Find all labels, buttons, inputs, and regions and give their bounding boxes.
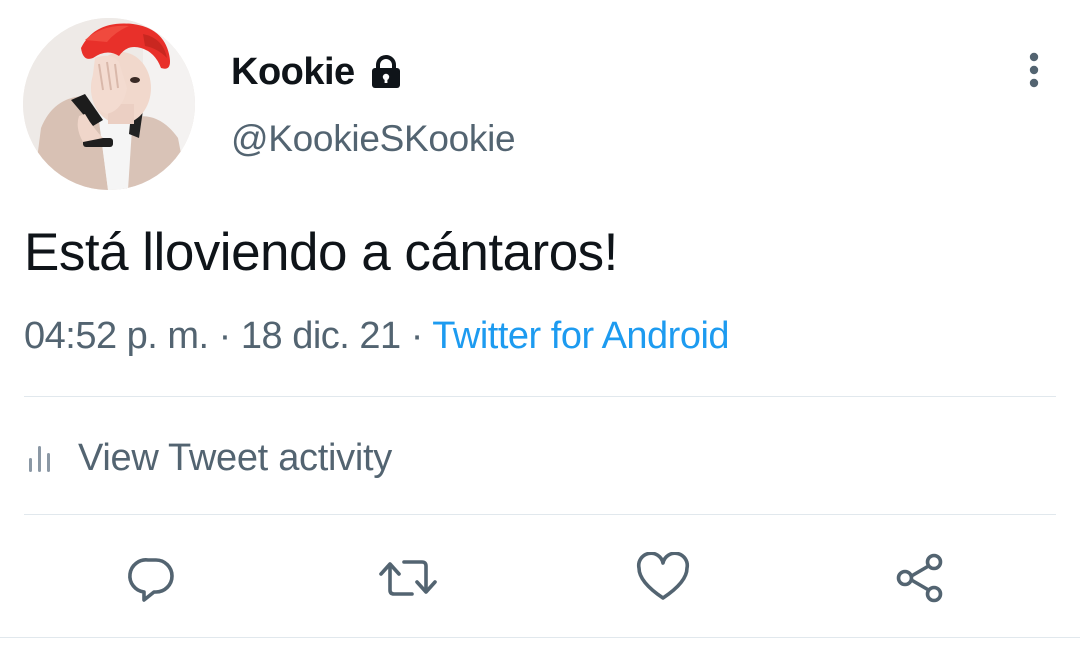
divider-bottom: [24, 514, 1056, 515]
lock-icon: [369, 54, 403, 90]
tweet-text: Está lloviendo a cántaros!: [24, 223, 618, 282]
tweet-source-link[interactable]: Twitter for Android: [432, 315, 729, 357]
display-name-row: Kookie: [231, 50, 403, 94]
tweet-meta: 04:52 p. m. · 18 dic. 21 · Twitter for A…: [24, 315, 730, 358]
divider-footer: [0, 637, 1080, 638]
view-tweet-activity-label: View Tweet activity: [78, 436, 392, 479]
share-icon: [896, 553, 943, 603]
reply-icon: [128, 558, 174, 602]
display-name[interactable]: Kookie: [231, 51, 355, 94]
avatar[interactable]: [23, 18, 195, 190]
avatar-image: [23, 18, 195, 190]
more-vertical-icon: [1029, 52, 1039, 88]
meta-separator-2: ·: [400, 315, 433, 357]
reply-button[interactable]: [122, 548, 182, 608]
tweet-time[interactable]: 04:52 p. m.: [24, 315, 209, 357]
like-button[interactable]: [633, 548, 693, 608]
retweet-icon: [379, 560, 437, 596]
tweet-detail: Kookie @KookieSKookie Está lloviendo a c…: [0, 0, 1080, 647]
bar-chart-icon: [29, 446, 50, 472]
view-tweet-activity[interactable]: View Tweet activity: [24, 432, 392, 484]
share-button[interactable]: [890, 548, 950, 608]
meta-separator: ·: [208, 315, 241, 357]
heart-icon: [636, 552, 690, 600]
retweet-button[interactable]: [378, 548, 438, 608]
tweet-date[interactable]: 18 dic. 21: [241, 315, 401, 357]
divider-top: [24, 396, 1056, 397]
user-handle[interactable]: @KookieSKookie: [231, 118, 516, 160]
more-options-button[interactable]: [1014, 48, 1054, 92]
